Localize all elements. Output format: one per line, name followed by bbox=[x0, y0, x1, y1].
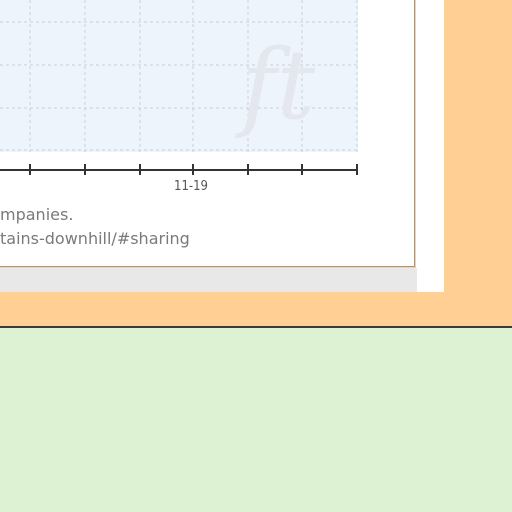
x-tick-label: 11-19 bbox=[174, 179, 208, 194]
watermark-logo: ft bbox=[235, 29, 316, 141]
caption-line-1: mpanies. bbox=[0, 205, 74, 224]
chart-card: ft 11-19 mpanies. tains-downhill/#sharin… bbox=[0, 0, 415, 267]
outer-background-bottom bbox=[0, 328, 512, 512]
card-side-panel bbox=[416, 0, 444, 292]
chart-plot: ft 11-19 bbox=[0, 0, 358, 194]
card-bottom-shadow bbox=[0, 268, 417, 292]
caption-line-2: tains-downhill/#sharing bbox=[0, 229, 190, 248]
